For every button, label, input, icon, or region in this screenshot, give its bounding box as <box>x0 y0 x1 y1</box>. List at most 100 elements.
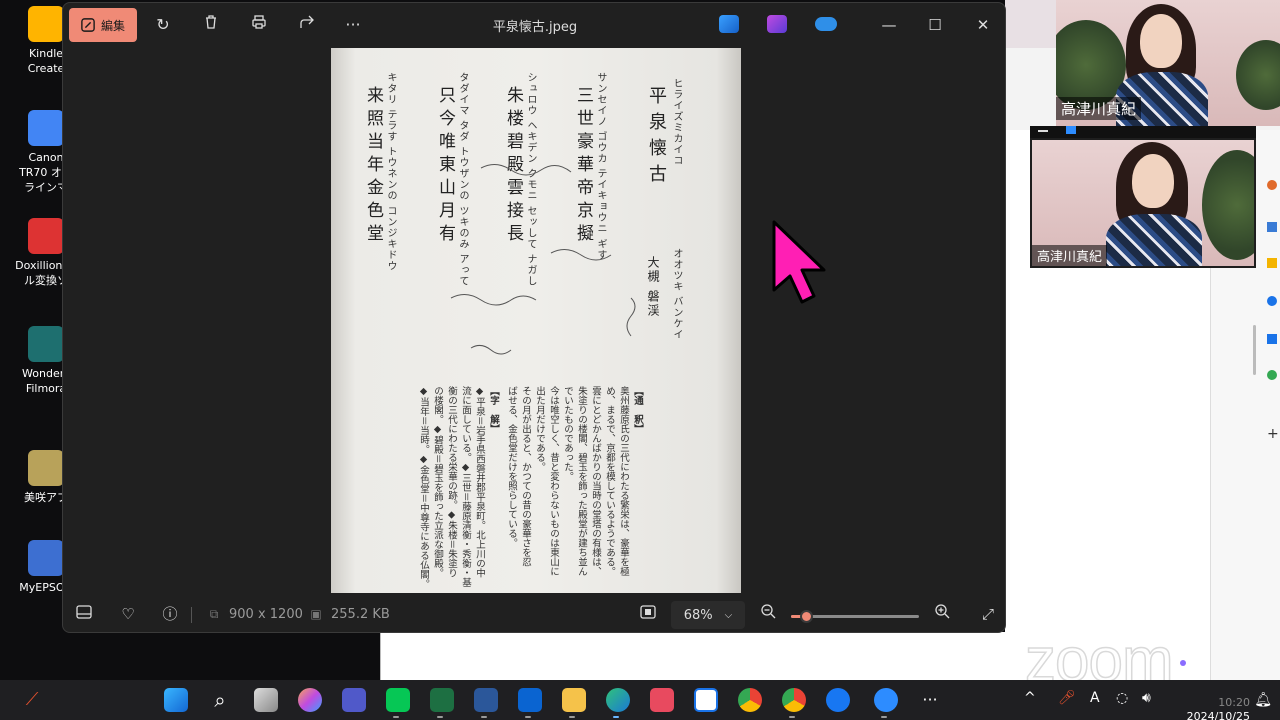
handwritten-annotations <box>450 164 636 355</box>
participant-name: 高津川真紀 <box>1056 97 1142 120</box>
zoom-level: 68% <box>683 607 713 623</box>
sidebar-icon[interactable] <box>1267 180 1277 190</box>
scrollbar[interactable] <box>1253 325 1256 375</box>
zoom-level-dropdown[interactable]: 68% ⌵ <box>671 601 745 629</box>
note-line: 奥州藤原氏の三代にわたる繁栄は、豪華を極 <box>618 386 629 576</box>
chevron-up-icon[interactable]: ^ <box>1024 690 1036 706</box>
maximize-button[interactable]: ☐ <box>921 13 949 37</box>
facebook-icon[interactable] <box>826 688 850 712</box>
image-dimensions: 900 x 1200 <box>229 607 303 622</box>
date: 2024/10/25 <box>1186 710 1250 720</box>
note-line: その月が出ると、かつての昔の豪華さを忍 <box>520 386 531 567</box>
chevron-down-icon: ⌵ <box>724 609 733 621</box>
app-icon[interactable]: ⟋ <box>20 688 44 712</box>
excel-icon[interactable] <box>430 688 454 712</box>
clipchamp-icon[interactable] <box>767 15 787 33</box>
media-player-icon[interactable] <box>650 688 674 712</box>
note-line: 流に面している。◆三世＝藤原清衡・秀衡・基 <box>460 386 471 588</box>
add-icon[interactable]: + <box>1267 426 1279 442</box>
title-bar: 編集 ↻ ··· 平泉懐古.jpeg — ☐ ✕ <box>63 3 1005 47</box>
favorite-icon[interactable]: ♡ <box>117 603 139 625</box>
word-icon[interactable] <box>474 688 498 712</box>
close-button[interactable]: ✕ <box>969 13 997 37</box>
more-options-icon[interactable]: ··· <box>341 13 365 37</box>
note-line: ◆平泉＝岩手県西磐井郡平泉町。北上川の中 <box>474 386 485 578</box>
more-apps-icon[interactable]: ··· <box>918 688 942 712</box>
outlook-icon[interactable] <box>518 688 542 712</box>
rotate-icon[interactable]: ↻ <box>151 13 175 37</box>
notification-bell-icon[interactable]: 🔔︎ <box>1254 692 1272 708</box>
minimize-icon[interactable] <box>1038 130 1048 132</box>
dimensions-icon: ⧉ <box>209 607 219 621</box>
app-icon <box>28 218 64 254</box>
note-line: 出た月だけである。 <box>534 386 545 472</box>
fullscreen-icon[interactable]: ⤢ <box>977 603 999 625</box>
note-line: 朱塗りの楼閣、碧玉を飾った殿堂が建ち並ん <box>576 386 587 576</box>
sidebar-icon[interactable] <box>1267 258 1277 268</box>
zoom-app-icon[interactable] <box>874 688 898 712</box>
fit-to-window-icon[interactable] <box>637 603 659 625</box>
share-icon[interactable] <box>295 13 319 37</box>
note-line: め、まるで、京都を模しているようである。 <box>604 386 615 576</box>
divider <box>191 607 192 623</box>
filmstrip-icon[interactable] <box>73 603 95 625</box>
network-icon[interactable]: ◌ <box>1116 690 1128 706</box>
status-bar: ♡ ⓘ ⧉ 900 x 1200 ▣ 255.2 KB 68% ⌵ ⤢ <box>63 595 1005 632</box>
sidebar-icon[interactable] <box>1267 222 1277 232</box>
note-line: 今は唯空しく、昔と変わらないものは東山に <box>548 386 559 576</box>
app-icon <box>28 326 64 362</box>
zoom-in-icon[interactable] <box>931 603 953 625</box>
zoom-video-self[interactable]: 高津川真紀 <box>1030 138 1256 268</box>
zoom-dot <box>1180 660 1186 666</box>
note-line: ばせる、金色堂だけを照らしている。 <box>506 386 517 548</box>
app-icon <box>28 110 64 146</box>
sidebar-icon[interactable] <box>1267 370 1277 380</box>
zoom-slider[interactable] <box>791 610 919 623</box>
note-line: 【通 釈】 <box>632 386 643 434</box>
edit-button[interactable]: 編集 <box>69 8 137 42</box>
participant-name: 高津川真紀 <box>1032 245 1108 266</box>
volume-icon[interactable]: 🔊︎ <box>1142 690 1151 706</box>
zoom-slider-thumb[interactable] <box>800 610 814 623</box>
chrome-icon[interactable] <box>738 688 762 712</box>
start-icon[interactable] <box>164 688 188 712</box>
app-icon <box>28 6 64 42</box>
app-icon <box>28 450 64 486</box>
print-icon[interactable] <box>247 13 271 37</box>
file-explorer-icon[interactable] <box>562 688 586 712</box>
app-icon <box>28 540 64 576</box>
mouse-cursor-icon <box>772 220 826 304</box>
calendar-icon[interactable] <box>694 688 718 712</box>
info-icon[interactable]: ⓘ <box>159 603 181 625</box>
copilot-icon[interactable] <box>298 688 322 712</box>
edge-icon[interactable] <box>606 688 630 712</box>
note-line: ◆当年＝当時。◆金色堂＝中尊寺にある仏閣。 <box>418 386 429 589</box>
edit-label: 編集 <box>100 18 125 33</box>
minimize-button[interactable]: — <box>875 13 903 37</box>
clock[interactable]: 10:20 2024/10/25 <box>1187 696 1250 720</box>
edit-icon <box>81 18 95 32</box>
taskbar: ⟋ ⌕ ··· ^ 🎤︎ A ◌ 🔊︎ 10:20 2024/10/25 🔔︎ <box>0 680 1280 720</box>
task-view-icon[interactable] <box>254 688 278 712</box>
teams-icon[interactable] <box>342 688 366 712</box>
note-line: 雲にとどかんばかりの当時の堂塔の有様は、 <box>590 386 601 576</box>
zoom-video-main[interactable]: 高津川真紀 <box>1056 0 1280 126</box>
sidebar-icon[interactable] <box>1267 334 1277 344</box>
ime-indicator[interactable]: A <box>1090 690 1100 706</box>
sidebar-icon[interactable] <box>1267 296 1277 306</box>
onedrive-icon[interactable] <box>815 17 837 31</box>
view-icon[interactable] <box>1066 126 1076 134</box>
delete-icon[interactable] <box>199 13 223 37</box>
file-size-icon: ▣ <box>310 607 322 621</box>
line-icon[interactable] <box>386 688 410 712</box>
designer-icon[interactable] <box>719 15 739 33</box>
file-size: 255.2 KB <box>331 607 390 622</box>
search-icon[interactable]: ⌕ <box>208 688 232 712</box>
chrome-profile-icon[interactable] <box>782 688 806 712</box>
microphone-icon[interactable]: 🎤︎ <box>1058 690 1076 706</box>
photo-image[interactable]: ヒライズミカイコ 平泉懐古 オオツキ バンケイ 大槻 磐渓 三世豪華帝京擬 サン… <box>331 48 741 593</box>
note-line: 衡の三代にわたる栄華の跡。◆朱楼＝朱塗り <box>446 386 457 578</box>
note-line: の楼閣。◆碧殿＝碧玉を飾った立派な御殿。 <box>432 386 443 578</box>
zoom-out-icon[interactable] <box>757 603 779 625</box>
note-line: でいたものであった。 <box>562 386 573 481</box>
